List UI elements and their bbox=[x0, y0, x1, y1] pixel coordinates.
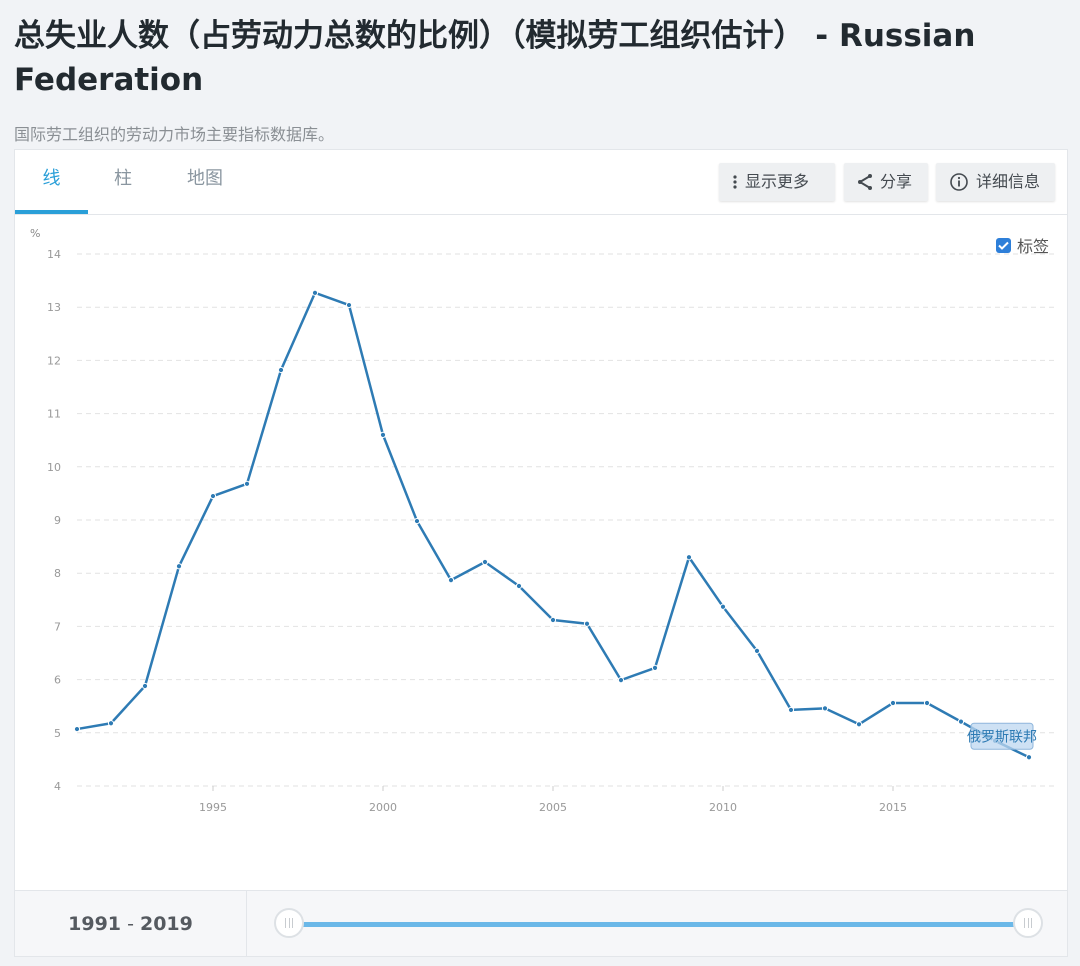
y-tick-label: 12 bbox=[47, 354, 61, 367]
data-point bbox=[821, 705, 829, 712]
share-button[interactable]: 分享 bbox=[844, 163, 928, 201]
details-label: 详细信息 bbox=[976, 172, 1041, 191]
data-point bbox=[617, 677, 625, 684]
y-axis-unit-label: % bbox=[30, 227, 40, 240]
data-point bbox=[957, 718, 965, 725]
checkbox-checked-icon[interactable] bbox=[995, 237, 1011, 253]
chart-area: % 4 5 6 7 8 9 10 11 12 13 14 1995 2000 2005 2010 2015 俄罗斯… bbox=[15, 214, 1069, 890]
data-point bbox=[209, 492, 217, 500]
line-chart: % 4 5 6 7 8 9 10 11 12 13 14 1995 2000 2005 2010 2015 俄罗斯… bbox=[30, 227, 1055, 814]
range-separator: - bbox=[121, 913, 140, 935]
tab-map[interactable]: 地图 bbox=[175, 150, 235, 213]
data-point bbox=[345, 301, 353, 309]
range-slider-start-handle[interactable] bbox=[274, 908, 304, 938]
data-point bbox=[311, 289, 319, 296]
y-tick-label: 13 bbox=[47, 301, 61, 314]
show-more-label: 显示更多 bbox=[745, 172, 810, 191]
data-point bbox=[413, 517, 421, 525]
y-tick-label: 6 bbox=[54, 674, 61, 687]
y-tick-label: 9 bbox=[54, 514, 61, 527]
data-point bbox=[277, 366, 285, 374]
info-icon bbox=[950, 173, 968, 191]
y-tick-label: 7 bbox=[54, 620, 61, 633]
y-tick-label: 4 bbox=[54, 780, 61, 793]
source-subtitle: 国际劳工组织的劳动力市场主要指标数据库。 bbox=[14, 125, 335, 144]
data-point bbox=[923, 699, 931, 707]
vertical-dots-icon bbox=[733, 175, 737, 189]
series-label: 俄罗斯联邦 bbox=[967, 729, 1037, 745]
share-label: 分享 bbox=[880, 172, 913, 191]
y-tick-label: 10 bbox=[47, 461, 61, 474]
show-more-button[interactable]: 显示更多 bbox=[719, 163, 835, 201]
y-tick-label: 5 bbox=[54, 727, 61, 740]
data-point bbox=[855, 721, 863, 728]
data-point bbox=[1025, 754, 1033, 761]
data-point bbox=[549, 616, 557, 624]
x-tick-label: 2000 bbox=[369, 801, 397, 814]
data-point bbox=[73, 725, 81, 733]
y-tick-label: 14 bbox=[47, 248, 61, 261]
data-point bbox=[583, 620, 591, 627]
share-icon bbox=[858, 174, 872, 190]
range-footer: 1991 - 2019 bbox=[15, 890, 1067, 957]
tab-bar[interactable]: 柱 bbox=[103, 150, 143, 213]
range-end: 2019 bbox=[139, 913, 193, 935]
y-tick-label: 11 bbox=[47, 408, 61, 421]
labels-toggle-label: 标签 bbox=[1016, 237, 1049, 256]
range-slider-end-handle[interactable] bbox=[1013, 908, 1043, 938]
y-tick-label: 8 bbox=[54, 567, 61, 580]
grip-icon bbox=[285, 918, 293, 928]
data-point bbox=[651, 664, 659, 671]
chart-tabs: 线 柱 地图 显示更多 分享 详细信息 bbox=[15, 150, 1067, 215]
range-start: 1991 bbox=[68, 913, 122, 935]
data-point bbox=[141, 682, 149, 690]
data-point bbox=[243, 480, 251, 487]
data-point bbox=[889, 699, 897, 707]
data-point bbox=[481, 558, 489, 566]
x-tick-label: 2010 bbox=[709, 801, 737, 814]
x-tick-label: 2005 bbox=[539, 801, 567, 814]
labels-toggle[interactable]: 标签 bbox=[995, 233, 1049, 257]
data-point bbox=[379, 431, 387, 438]
data-point bbox=[787, 706, 795, 714]
x-tick-label: 1995 bbox=[199, 801, 227, 814]
data-point bbox=[107, 720, 115, 727]
tab-line[interactable]: 线 bbox=[15, 150, 88, 214]
data-point bbox=[175, 563, 183, 570]
range-slider-track[interactable] bbox=[289, 922, 1027, 927]
data-point bbox=[447, 577, 455, 584]
details-button[interactable]: 详细信息 bbox=[936, 163, 1055, 201]
data-point bbox=[719, 603, 727, 610]
x-tick-label: 2015 bbox=[879, 801, 907, 814]
grip-icon bbox=[1024, 918, 1032, 928]
year-range-label: 1991 - 2019 bbox=[15, 891, 247, 957]
chart-card: 线 柱 地图 显示更多 分享 详细信息 % 4 5 6 7 8 9 10 11 12 13 14 199… bbox=[14, 149, 1068, 957]
page-title: 总失业人数（占劳动力总数的比例）（模拟劳工组织估计） - Russian Fed… bbox=[14, 18, 976, 98]
data-point bbox=[515, 582, 523, 590]
series-line bbox=[76, 291, 1030, 759]
data-point bbox=[685, 554, 693, 561]
data-point bbox=[753, 647, 761, 654]
